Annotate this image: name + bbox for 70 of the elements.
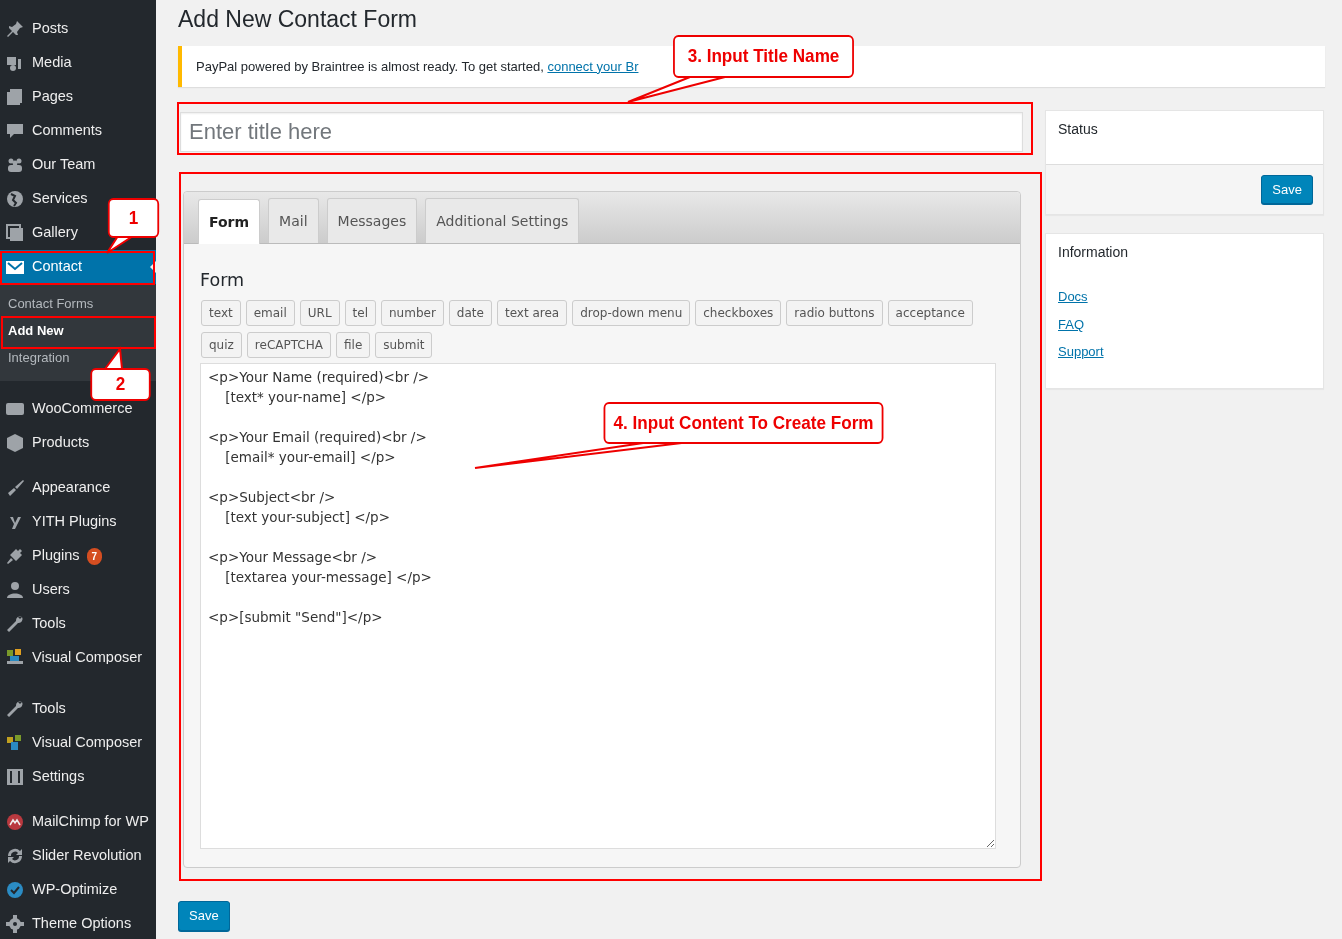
tag-button[interactable]: radio buttons bbox=[786, 300, 883, 327]
sidebar-item[interactable]: Contact bbox=[0, 250, 156, 284]
cubes-icon bbox=[5, 647, 25, 664]
tag-button[interactable]: file bbox=[336, 332, 371, 359]
sidebar-item[interactable]: WP-Optimize bbox=[0, 873, 156, 907]
sidebar-item[interactable]: Products bbox=[0, 426, 156, 460]
callout-tooltip: 4. Input Content To Create Form bbox=[603, 402, 884, 444]
box-title: Status bbox=[1057, 120, 1099, 140]
info-link[interactable]: Docs bbox=[1058, 287, 1311, 307]
pages-icon bbox=[5, 87, 25, 107]
sidebar-item[interactable]: Visual Composer bbox=[0, 726, 156, 760]
form-heading: Form bbox=[200, 270, 246, 292]
sidebar-item[interactable]: YITH Plugins bbox=[0, 505, 156, 539]
sidebar-item[interactable]: Appearance bbox=[0, 471, 156, 505]
notice-link[interactable]: connect your Br bbox=[547, 58, 639, 74]
save-button[interactable]: Save bbox=[1261, 174, 1313, 205]
sidebar-item[interactable]: MailChimp for WP bbox=[0, 805, 156, 839]
sidebar-item[interactable]: Slider Revolution bbox=[0, 839, 156, 873]
title-field[interactable]: Enter title here bbox=[180, 112, 1023, 153]
notice-text: PayPal powered by Braintree is almost ready. To get started, bbox=[196, 58, 545, 74]
tag-button[interactable]: checkboxes bbox=[695, 300, 782, 327]
checkmark-icon bbox=[5, 880, 25, 900]
sidebar-item[interactable]: Our Team bbox=[0, 148, 156, 182]
gallery-icon bbox=[5, 223, 25, 243]
wrench-icon bbox=[5, 699, 25, 719]
tag-button[interactable]: text bbox=[201, 300, 241, 327]
submenu-item[interactable]: Add New bbox=[0, 317, 156, 344]
comment-icon bbox=[5, 121, 25, 141]
tab[interactable]: Form bbox=[198, 199, 261, 245]
tag-button[interactable]: date bbox=[448, 300, 492, 327]
wrench-icon bbox=[5, 614, 25, 634]
tag-button[interactable]: acceptance bbox=[887, 300, 973, 327]
submenu-item[interactable]: Contact Forms bbox=[0, 290, 156, 317]
sidebar-item[interactable]: Media bbox=[0, 46, 156, 80]
tag-button[interactable]: email bbox=[245, 300, 295, 327]
tag-button[interactable]: tel bbox=[344, 300, 376, 327]
tag-button[interactable]: text area bbox=[496, 300, 568, 327]
pin-icon bbox=[5, 19, 25, 39]
tag-button[interactable]: reCAPTCHA bbox=[246, 332, 331, 359]
tab[interactable]: Additional Settings bbox=[425, 198, 580, 244]
gear-icon bbox=[5, 914, 25, 934]
user-icon bbox=[5, 580, 25, 600]
tag-button[interactable]: number bbox=[381, 300, 444, 327]
sidebar-item[interactable]: Tools bbox=[0, 692, 156, 726]
sidebar-item[interactable]: Tools bbox=[0, 607, 156, 641]
save-button[interactable]: Save bbox=[178, 901, 230, 931]
tab[interactable]: Mail bbox=[268, 198, 319, 244]
box-title: Information bbox=[1057, 243, 1130, 263]
tab[interactable]: Messages bbox=[326, 198, 418, 244]
sliders-icon bbox=[5, 767, 25, 787]
info-link[interactable]: Support bbox=[1058, 342, 1311, 362]
update-count: 7 bbox=[86, 547, 103, 565]
sidebar-item[interactable]: Users bbox=[0, 573, 156, 607]
tag-button[interactable]: drop-down menu bbox=[572, 300, 691, 327]
sidebar-item[interactable]: Theme Options bbox=[0, 907, 156, 939]
sidebar-item[interactable]: Posts bbox=[0, 12, 156, 46]
sidebar-item[interactable]: Settings bbox=[0, 760, 156, 794]
sidebar-item[interactable]: Plugins 7 bbox=[0, 539, 156, 573]
tag-button[interactable]: submit bbox=[375, 332, 433, 359]
sidebar-item[interactable]: Pages bbox=[0, 80, 156, 114]
page-title: Add New Contact Form bbox=[178, 6, 419, 34]
info-link[interactable]: FAQ bbox=[1058, 314, 1311, 335]
box-icon bbox=[5, 433, 25, 453]
brush-icon bbox=[5, 478, 25, 498]
refresh-icon bbox=[5, 846, 25, 866]
sidebar-item[interactable]: Comments bbox=[0, 114, 156, 148]
globe-icon bbox=[5, 189, 25, 209]
tag-button[interactable]: quiz bbox=[201, 332, 242, 359]
tag-button[interactable]: URL bbox=[299, 300, 340, 327]
plug-icon bbox=[5, 546, 25, 566]
